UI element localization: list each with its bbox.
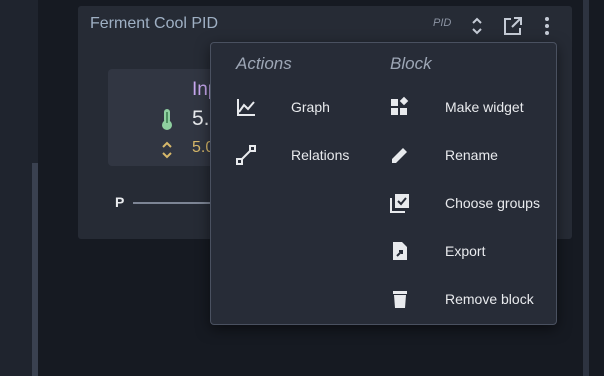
menu-item-export[interactable]: Export (389, 231, 485, 271)
menu-item-make-widget[interactable]: Make widget (389, 87, 524, 127)
menu-item-label: Rename (445, 147, 498, 163)
checkbox-multiple-icon (389, 192, 411, 214)
menu-item-label: Graph (291, 99, 330, 115)
block-heading: Block (390, 54, 432, 73)
menu-item-label: Make widget (445, 99, 524, 115)
block-actions-menu: Actions Block Graph Relations Make widge… (210, 42, 557, 325)
menu-item-label: Relations (291, 147, 350, 163)
chart-line-icon (235, 96, 257, 118)
menu-item-relations[interactable]: Relations (235, 135, 349, 175)
right-scrollbar[interactable] (583, 0, 589, 376)
trash-icon (389, 288, 411, 310)
more-vert-icon[interactable] (540, 15, 554, 42)
menu-item-rename[interactable]: Rename (389, 135, 498, 175)
widget-icon (389, 96, 411, 118)
pencil-icon (389, 144, 411, 166)
menu-item-choose-groups[interactable]: Choose groups (389, 183, 540, 223)
menu-item-label: Export (445, 243, 486, 259)
menu-item-graph[interactable]: Graph (235, 87, 330, 127)
p-connector-line (133, 202, 213, 204)
menu-item-remove-block[interactable]: Remove block (389, 279, 534, 319)
thermometer-icon (160, 107, 174, 136)
file-export-icon (389, 240, 411, 262)
widget-type-tag: PID (433, 17, 452, 29)
actions-heading: Actions (236, 54, 292, 73)
widget-title: Ferment Cool PID (90, 15, 219, 32)
p-label: P (115, 194, 125, 210)
setpoint-arrows-icon (160, 139, 174, 166)
left-scrollbar[interactable] (32, 163, 38, 376)
relations-icon (235, 144, 257, 166)
open-in-new-icon[interactable] (502, 15, 524, 42)
unfold-chevron-icon[interactable] (470, 15, 484, 42)
menu-item-label: Choose groups (445, 195, 540, 211)
menu-item-label: Remove block (445, 291, 534, 307)
